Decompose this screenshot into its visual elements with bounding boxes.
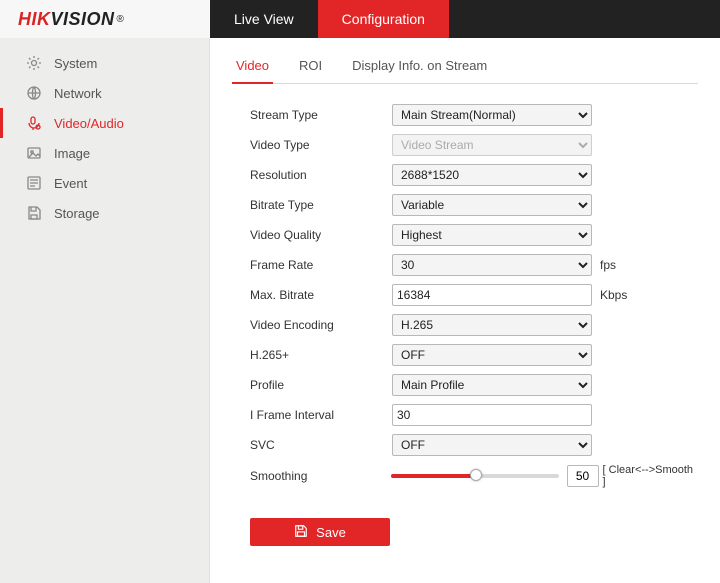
subtab-video[interactable]: Video	[232, 52, 273, 83]
select-h265plus[interactable]: OFF	[392, 344, 592, 366]
tab-configuration[interactable]: Configuration	[318, 0, 449, 38]
label-profile: Profile	[232, 378, 392, 392]
select-bitrate-type[interactable]: Variable	[392, 194, 592, 216]
label-stream-type: Stream Type	[232, 108, 392, 122]
globe-icon	[26, 85, 42, 101]
content: Video ROI Display Info. on Stream Stream…	[210, 38, 720, 583]
subtab-roi[interactable]: ROI	[295, 52, 326, 83]
select-video-quality[interactable]: Highest	[392, 224, 592, 246]
sidebar-item-system[interactable]: System	[0, 48, 209, 78]
smoothing-legend: [ Clear<-->Smooth ]	[603, 464, 698, 488]
select-resolution[interactable]: 2688*1520	[392, 164, 592, 186]
sidebar-item-label: Network	[54, 86, 102, 101]
input-max-bitrate[interactable]	[392, 284, 592, 306]
select-stream-type[interactable]: Main Stream(Normal)	[392, 104, 592, 126]
input-iframe[interactable]	[392, 404, 592, 426]
tab-live-view[interactable]: Live View	[210, 0, 318, 38]
gear-icon	[26, 55, 42, 71]
brand-logo: HIKVISION®	[0, 0, 210, 38]
label-svc: SVC	[232, 438, 392, 452]
label-iframe: I Frame Interval	[232, 408, 392, 422]
sidebar-item-label: Image	[54, 146, 90, 161]
sidebar-item-image[interactable]: Image	[0, 138, 209, 168]
select-video-encoding[interactable]: H.265	[392, 314, 592, 336]
label-bitrate-type: Bitrate Type	[232, 198, 392, 212]
sidebar-item-label: Event	[54, 176, 87, 191]
label-frame-rate: Frame Rate	[232, 258, 392, 272]
label-video-encoding: Video Encoding	[232, 318, 392, 332]
subtab-display-info[interactable]: Display Info. on Stream	[348, 52, 491, 83]
mic-settings-icon	[26, 115, 42, 131]
save-button-label: Save	[316, 525, 346, 540]
save-button[interactable]: Save	[250, 518, 390, 546]
top-bar: HIKVISION® Live View Configuration	[0, 0, 720, 38]
sidebar-item-label: System	[54, 56, 97, 71]
brand-part1: HIK	[18, 9, 51, 30]
sidebar-item-label: Video/Audio	[54, 116, 124, 131]
main: System Network Video/Audio Image Event	[0, 38, 720, 583]
brand-registered: ®	[117, 14, 124, 25]
select-video-type: Video Stream	[392, 134, 592, 156]
image-icon	[26, 145, 42, 161]
select-profile[interactable]: Main Profile	[392, 374, 592, 396]
select-frame-rate[interactable]: 30	[392, 254, 592, 276]
select-svc[interactable]: OFF	[392, 434, 592, 456]
input-smoothing-value[interactable]	[567, 465, 599, 487]
save-icon	[294, 524, 308, 541]
sidebar-item-event[interactable]: Event	[0, 168, 209, 198]
label-video-quality: Video Quality	[232, 228, 392, 242]
save-icon	[26, 205, 42, 221]
unit-fps: fps	[600, 258, 616, 272]
label-resolution: Resolution	[232, 168, 392, 182]
label-smoothing: Smoothing	[232, 469, 391, 483]
unit-kbps: Kbps	[600, 288, 627, 302]
sidebar-item-label: Storage	[54, 206, 100, 221]
slider-smoothing[interactable]	[391, 467, 559, 485]
label-h265plus: H.265+	[232, 348, 392, 362]
brand-part2: VISION	[51, 9, 115, 30]
label-video-type: Video Type	[232, 138, 392, 152]
sidebar-item-video-audio[interactable]: Video/Audio	[0, 108, 209, 138]
sidebar: System Network Video/Audio Image Event	[0, 38, 210, 583]
list-icon	[26, 175, 42, 191]
sidebar-item-storage[interactable]: Storage	[0, 198, 209, 228]
sidebar-item-network[interactable]: Network	[0, 78, 209, 108]
subtabs: Video ROI Display Info. on Stream	[232, 52, 698, 84]
label-max-bitrate: Max. Bitrate	[232, 288, 392, 302]
